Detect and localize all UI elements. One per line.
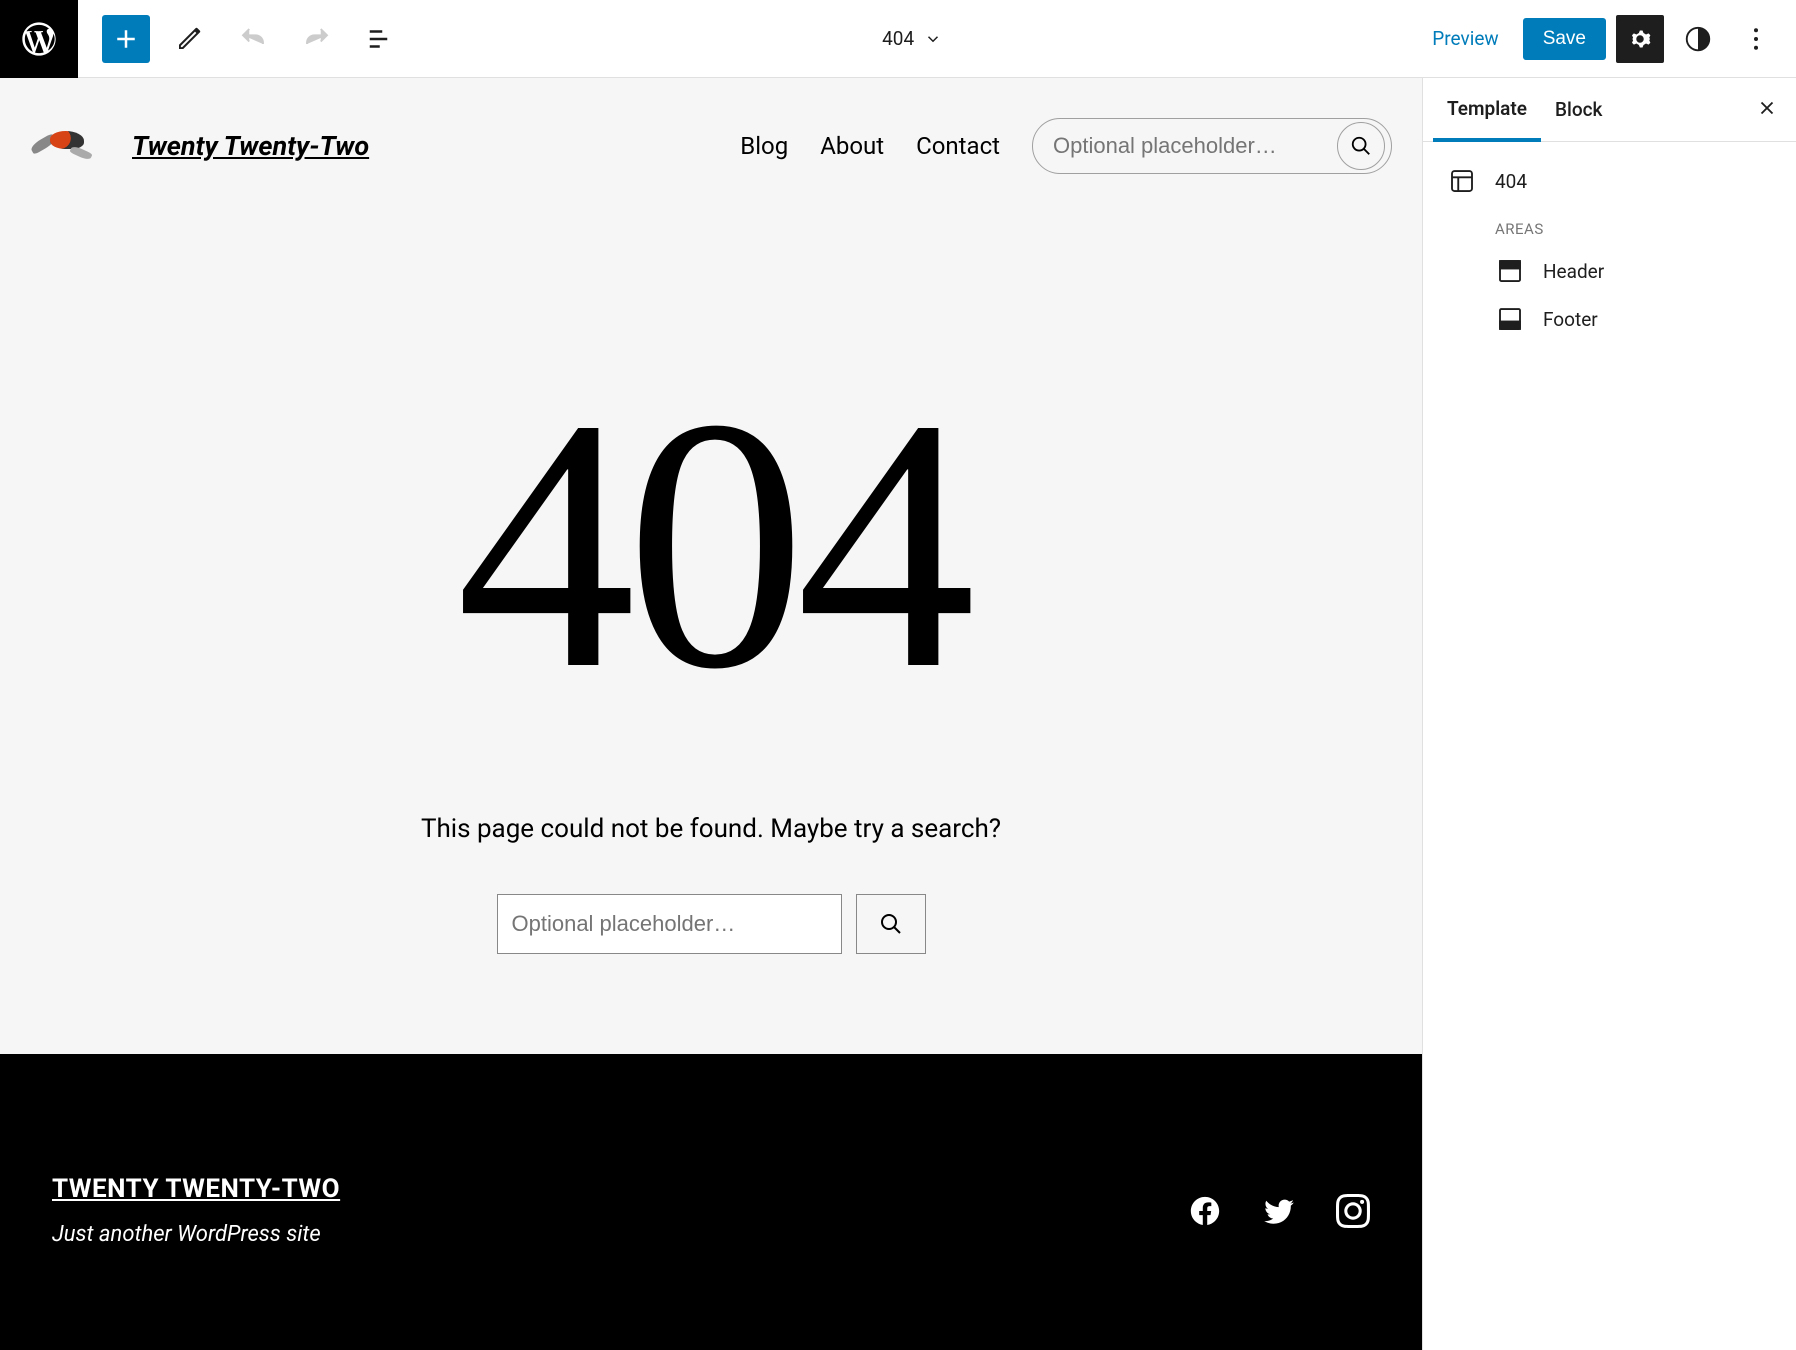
- header-icon: [1495, 256, 1525, 286]
- styles-icon: [1683, 24, 1713, 54]
- redo-icon: [302, 24, 332, 54]
- site-header: Twenty Twenty-Two Blog About Contact: [0, 78, 1422, 214]
- editor-toolbar: 404 Preview Save: [0, 0, 1796, 78]
- area-item-header[interactable]: Header: [1495, 256, 1772, 286]
- footer-social: [1188, 1194, 1370, 1228]
- wordpress-logo[interactable]: [0, 0, 78, 78]
- layout-icon: [1447, 166, 1477, 196]
- header-search-button[interactable]: [1337, 122, 1385, 170]
- search-icon: [1350, 135, 1372, 157]
- twitter-icon[interactable]: [1262, 1194, 1296, 1228]
- error-message: This page could not be found. Maybe try …: [0, 814, 1422, 844]
- close-inspector-button[interactable]: [1748, 89, 1786, 131]
- template-row[interactable]: 404: [1447, 166, 1772, 196]
- header-search: [1032, 118, 1392, 174]
- footer-icon: [1495, 304, 1525, 334]
- footer-info: TWENTY TWENTY-TWO Just another WordPress…: [52, 1174, 340, 1247]
- tab-template[interactable]: Template: [1433, 79, 1541, 142]
- error-search-button[interactable]: [856, 894, 926, 954]
- tab-block[interactable]: Block: [1541, 78, 1616, 141]
- site-nav: Blog About Contact: [740, 118, 1392, 174]
- search-icon: [879, 912, 903, 936]
- save-button[interactable]: Save: [1523, 18, 1606, 60]
- preview-button[interactable]: Preview: [1418, 17, 1512, 60]
- more-vertical-icon: [1741, 24, 1771, 54]
- facebook-icon[interactable]: [1188, 1194, 1222, 1228]
- undo-icon: [238, 24, 268, 54]
- more-options-button[interactable]: [1732, 15, 1780, 63]
- inspector-body: 404 AREAS Header Footer: [1423, 142, 1796, 358]
- site-logo[interactable]: [30, 121, 98, 171]
- error-search: [0, 894, 1422, 954]
- main-container: Twenty Twenty-Two Blog About Contact 404…: [0, 78, 1796, 1350]
- list-view-button[interactable]: [356, 14, 406, 64]
- add-block-button[interactable]: [102, 15, 150, 63]
- nav-link-blog[interactable]: Blog: [740, 132, 788, 160]
- nav-link-contact[interactable]: Contact: [916, 132, 1000, 160]
- header-search-input[interactable]: [1053, 133, 1313, 159]
- plus-icon: [111, 24, 141, 54]
- inspector-panel: Template Block 404 AREAS Header Footer: [1422, 78, 1796, 1350]
- gear-icon: [1625, 24, 1655, 54]
- site-branding: Twenty Twenty-Two: [30, 121, 369, 171]
- template-name: 404: [882, 27, 914, 50]
- editor-canvas[interactable]: Twenty Twenty-Two Blog About Contact 404…: [0, 78, 1422, 1350]
- footer-title[interactable]: TWENTY TWENTY-TWO: [52, 1174, 340, 1204]
- inspector-tabs: Template Block: [1423, 78, 1796, 142]
- settings-button[interactable]: [1616, 15, 1664, 63]
- area-label: Header: [1543, 260, 1604, 283]
- error-content: 404 This page could not be found. Maybe …: [0, 214, 1422, 1054]
- template-selector[interactable]: 404: [406, 27, 1418, 50]
- template-label: 404: [1495, 170, 1527, 193]
- area-item-footer[interactable]: Footer: [1495, 304, 1772, 334]
- redo-button[interactable]: [292, 14, 342, 64]
- toolbar-left: [0, 0, 406, 78]
- pencil-icon: [174, 24, 204, 54]
- instagram-icon[interactable]: [1336, 1194, 1370, 1228]
- error-code: 404: [0, 364, 1422, 724]
- styles-button[interactable]: [1674, 15, 1722, 63]
- edit-tool-button[interactable]: [164, 14, 214, 64]
- chevron-down-icon: [924, 30, 942, 48]
- areas-heading: AREAS: [1495, 220, 1772, 238]
- site-title[interactable]: Twenty Twenty-Two: [132, 130, 369, 162]
- error-search-input[interactable]: [497, 894, 842, 954]
- area-label: Footer: [1543, 308, 1598, 331]
- nav-link-about[interactable]: About: [820, 132, 884, 160]
- wordpress-icon: [19, 19, 59, 59]
- list-view-icon: [366, 24, 396, 54]
- close-icon: [1756, 97, 1778, 119]
- footer-tagline: Just another WordPress site: [52, 1222, 340, 1247]
- toolbar-right: Preview Save: [1418, 15, 1796, 63]
- undo-button[interactable]: [228, 14, 278, 64]
- site-footer: TWENTY TWENTY-TWO Just another WordPress…: [0, 1054, 1422, 1350]
